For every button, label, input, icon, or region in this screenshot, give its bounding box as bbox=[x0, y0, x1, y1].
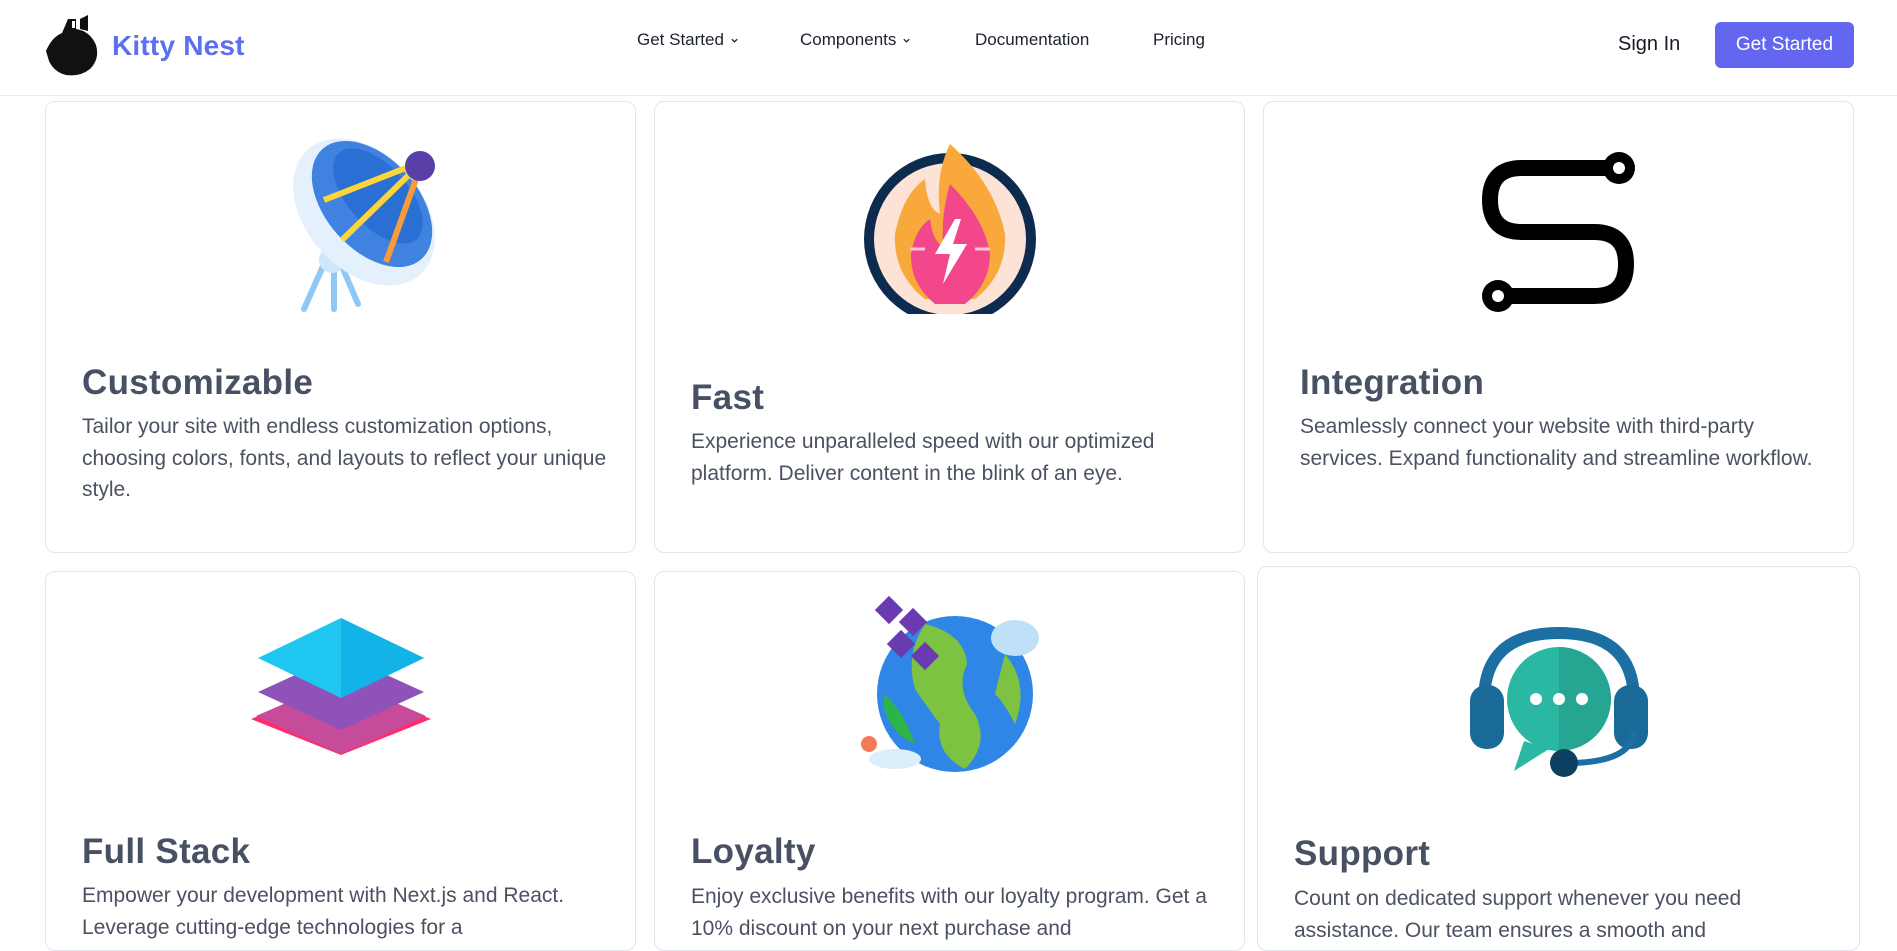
feature-card-integration: Integration Seamlessly connect your webs… bbox=[1263, 101, 1854, 553]
nav-get-started[interactable]: Get Started bbox=[637, 30, 739, 50]
feature-card-support: Support Count on dedicated support whene… bbox=[1257, 566, 1860, 951]
nav-label: Documentation bbox=[975, 30, 1090, 49]
feature-title: Integration bbox=[1300, 363, 1485, 402]
flame-bolt-icon bbox=[863, 144, 1036, 314]
feature-card-full-stack: Full Stack Empower your development with… bbox=[45, 571, 636, 951]
chevron-down-icon bbox=[903, 38, 911, 43]
feature-description: Empower your development with Next.js an… bbox=[82, 884, 565, 939]
feature-card-fast: Fast Experience unparalleled speed with … bbox=[654, 101, 1245, 553]
feature-description: Tailor your site with endless customizat… bbox=[82, 415, 607, 501]
feature-title: Loyalty bbox=[691, 832, 816, 871]
get-started-button[interactable]: Get Started bbox=[1715, 22, 1854, 68]
site-header: Kitty Nest Get Started Components Docume… bbox=[0, 0, 1897, 96]
globe-icon bbox=[860, 595, 1039, 772]
layers-icon bbox=[250, 618, 431, 755]
feature-card-customizable: Customizable Tailor your site with endle… bbox=[45, 101, 636, 553]
nav-components[interactable]: Components bbox=[800, 30, 911, 50]
nav-documentation[interactable]: Documentation bbox=[975, 30, 1089, 50]
feature-title: Support bbox=[1294, 834, 1431, 873]
feature-card-loyalty: Loyalty Enjoy exclusive benefits with ou… bbox=[654, 571, 1245, 951]
headset-chat-icon bbox=[1469, 626, 1648, 777]
sign-in-link[interactable]: Sign In bbox=[1618, 33, 1680, 56]
main-nav: Get Started Components Documentation Pri… bbox=[0, 30, 1897, 60]
nav-label: Get Started bbox=[637, 30, 724, 49]
route-icon bbox=[1481, 152, 1635, 312]
feature-title: Customizable bbox=[82, 363, 314, 402]
feature-description: Enjoy exclusive benefits with our loyalt… bbox=[691, 885, 1207, 940]
nav-label: Components bbox=[800, 30, 897, 49]
feature-title: Fast bbox=[691, 378, 765, 417]
feature-description: Experience unparalleled speed with our o… bbox=[691, 430, 1155, 485]
nav-pricing[interactable]: Pricing bbox=[1153, 30, 1205, 50]
chevron-down-icon bbox=[731, 38, 738, 43]
satellite-dish-icon bbox=[292, 138, 435, 312]
feature-description: Seamlessly connect your website with thi… bbox=[1300, 415, 1813, 470]
feature-title: Full Stack bbox=[82, 832, 251, 871]
nav-label: Pricing bbox=[1153, 30, 1205, 49]
feature-description: Count on dedicated support whenever you … bbox=[1294, 887, 1742, 942]
